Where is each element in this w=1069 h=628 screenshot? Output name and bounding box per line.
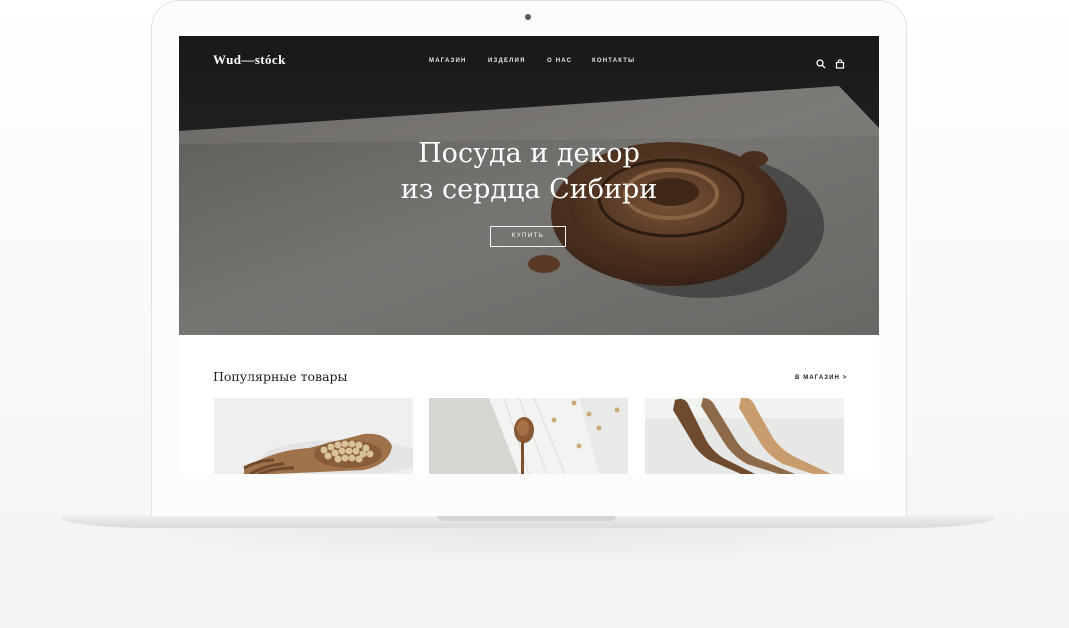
nav-item-products[interactable]: изделия (488, 58, 526, 64)
product-card-spoon[interactable] (429, 398, 628, 474)
website-screen: Wud—stóck магазин изделия о нас контакты… (179, 36, 879, 474)
shopping-bag-icon[interactable] (835, 56, 845, 74)
main-nav: магазин изделия о нас контакты (179, 58, 879, 70)
product-card-scoop[interactable] (214, 398, 413, 474)
hero-title: Посуда и декор из сердца Сибири (179, 136, 879, 208)
hero-title-line-2: из сердца Сибири (400, 174, 658, 205)
hero-section: Wud—stóck магазин изделия о нас контакты… (179, 36, 879, 335)
search-icon[interactable] (816, 56, 826, 74)
product-card-knives[interactable] (645, 398, 844, 474)
camera-icon (525, 14, 531, 20)
product-image-spoon (429, 398, 628, 474)
product-image-scoop (214, 398, 413, 474)
nav-item-contacts[interactable]: контакты (592, 58, 635, 64)
buy-button[interactable]: купить (490, 226, 566, 247)
nav-item-shop[interactable]: магазин (429, 58, 467, 64)
hero-title-line-1: Посуда и декор (418, 138, 640, 169)
laptop-shadow (80, 528, 980, 568)
product-image-knives (645, 398, 844, 474)
go-to-shop-link[interactable]: в магазин > (795, 375, 847, 381)
popular-products-title: Популярные товары (213, 369, 348, 384)
nav-item-about[interactable]: о нас (547, 58, 572, 64)
laptop-base-notch (438, 516, 616, 521)
